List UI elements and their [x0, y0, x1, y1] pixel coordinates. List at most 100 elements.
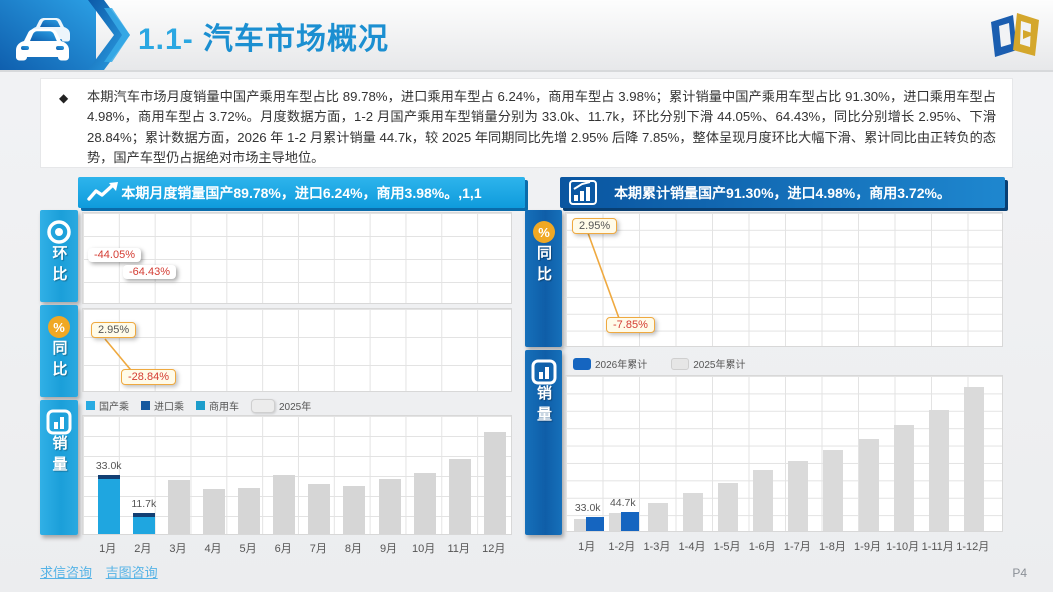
legend-swatch-2026-cum [573, 357, 591, 370]
tab-mom[interactable]: 环比 [40, 210, 78, 302]
yoy-left-callout-feb: -28.84% [121, 369, 176, 385]
x-axis-label: 1-7月 [783, 541, 811, 553]
legend-swatch-domestic [86, 401, 95, 410]
mom-callout-jan: -44.05% [88, 248, 141, 262]
monthly-legend: 国产乘 进口乘 商用车 2025年 [86, 398, 311, 413]
bar-2025-1-4月 [683, 492, 703, 531]
x-axis-label: 1-11月 [921, 541, 954, 553]
x-axis-label: 5月 [239, 543, 257, 555]
legend-pill-2025 [251, 398, 275, 413]
bar-2025-1-7月 [788, 460, 809, 531]
legend-item-2025-cum: 2025年累计 [671, 356, 746, 371]
bar-value-label: 11.7k [131, 498, 157, 511]
tab-yoy-left-label: 同比 [50, 340, 68, 382]
bar-growth-icon [568, 180, 602, 205]
bar-value-label: 44.7k [609, 497, 636, 510]
x-axis-label: 4月 [204, 543, 222, 555]
bar-2026-1月 [585, 517, 604, 531]
tab-yoy-right[interactable]: % 同比 [525, 210, 562, 347]
page-number: P4 [1012, 566, 1027, 580]
svg-text:%: % [53, 320, 65, 335]
x-axis-label: 1-9月 [854, 541, 881, 553]
mom-chart-panel: -44.05% -64.43% [82, 212, 512, 304]
tab-sales-right-label: 销量 [535, 385, 552, 427]
bar-2025-1-5月 [718, 483, 739, 531]
x-axis-label: 7月 [309, 543, 327, 555]
bar-3月 [167, 480, 190, 534]
bullet-diamond-icon: ◆ [59, 91, 69, 105]
tab-yoy-left[interactable]: % 同比 [40, 305, 78, 397]
x-axis-label: 1-4月 [678, 541, 706, 553]
tab-sales-right[interactable]: 销量 [525, 350, 562, 535]
legend-swatch-2025-cum [671, 357, 690, 370]
page-title-text: 汽车市场概况 [203, 23, 390, 56]
x-axis-label: 1月 [99, 543, 117, 555]
summary-box: ◆ 本期汽车市场月度销量中国产乘用车型占比 89.78%，进口乘用车型占 6.2… [40, 78, 1013, 168]
bar-value-label: 33.0k [574, 502, 601, 515]
legend-item-import: 进口乘 [141, 398, 184, 413]
tab-mom-label: 环比 [50, 245, 68, 287]
bar-2025-1-8月 [823, 449, 844, 531]
legend-item-2026-cum: 2026年累计 [573, 356, 647, 371]
bar-12月 [483, 432, 506, 534]
tab-yoy-right-label: 同比 [535, 245, 552, 287]
tab-sales-left[interactable]: 销量 [40, 400, 78, 535]
bar-2025-1-3月 [647, 502, 668, 531]
bar-chart-icon [46, 409, 72, 435]
bar-2月 [132, 513, 155, 534]
bar-2025-1-9月 [858, 438, 879, 531]
yoy-right-callout-last: -7.85% [606, 317, 655, 333]
yoy-right-chart-panel: 2.95% -7.85% [565, 212, 1003, 347]
bar-2025-1-12月 [963, 387, 984, 531]
bar-2025-1-6月 [753, 470, 774, 531]
cumulative-banner: 本期累计销量国产91.30%，进口4.98%，商用3.72%。 [560, 177, 1005, 208]
tab-sales-left-label: 销量 [50, 435, 68, 477]
x-axis-label: 1-12月 [956, 541, 990, 553]
summary-text: 本期汽车市场月度销量中国产乘用车型占比 89.78%，进口乘用车型占 6.24%… [87, 89, 996, 166]
footer-link-jitu[interactable]: 吉图咨询 [106, 565, 158, 580]
target-icon [46, 219, 72, 245]
bar-10月 [413, 473, 436, 534]
company-logo-icon [983, 6, 1045, 64]
cars-icon [0, 0, 132, 70]
x-axis-label: 1-6月 [748, 541, 776, 553]
x-axis-label: 10月 [411, 543, 436, 555]
footer-link-qiuxin[interactable]: 求信咨询 [40, 565, 92, 580]
bar-7月 [308, 483, 331, 534]
legend-swatch-commercial [196, 401, 205, 410]
percent-icon: % [46, 314, 72, 340]
x-axis-label: 1月 [578, 541, 596, 553]
x-axis-label: 9月 [379, 543, 398, 555]
page-title: 1.1- 汽车市场概况 [138, 14, 389, 58]
mom-callout-feb: -64.43% [123, 265, 176, 279]
cumulative-plot: 33.0k 44.7k [565, 375, 1003, 532]
legend-swatch-import [141, 401, 150, 410]
legend-item-2025: 2025年 [251, 398, 311, 413]
bar-2025-1-10月 [893, 425, 914, 531]
x-axis-label: 3月 [169, 543, 187, 555]
monthly-banner: 本期月度销量国产89.78%，进口6.24%，商用3.98%。,1,1 [78, 177, 525, 208]
x-axis-label: 1-2月 [608, 541, 636, 553]
header: 1.1- 汽车市场概况 [0, 0, 1053, 72]
x-axis-label: 12月 [482, 543, 506, 555]
yoy-left-callout-jan: 2.95% [91, 322, 137, 338]
x-axis-label: 1-10月 [886, 541, 920, 553]
x-axis-label: 1-5月 [713, 541, 741, 553]
monthly-banner-text: 本期月度销量国产89.78%，进口6.24%，商用3.98%。,1,1 [121, 184, 482, 201]
legend-item-domestic: 国产乘 [86, 398, 129, 413]
x-axis-label: 1-8月 [818, 541, 846, 553]
bar-6月 [273, 475, 296, 534]
bar-1月 [97, 475, 120, 534]
x-axis-label: 11月 [447, 543, 470, 555]
monthly-plot: 33.0k 11.7k [82, 415, 512, 535]
x-axis-label: 8月 [344, 543, 362, 555]
x-axis-label: 1-3月 [643, 541, 671, 553]
bar-5月 [238, 487, 261, 534]
monthly-sales-chart: 国产乘 进口乘 商用车 2025年 33.0k 11.7k [82, 396, 512, 536]
cumulative-legend: 2026年累计 2025年累计 [573, 356, 746, 371]
x-axis-label: 2月 [134, 543, 152, 555]
bar-value-label: 33.0k [95, 460, 122, 472]
legend-item-commercial: 商用车 [196, 398, 239, 413]
bar-chart-icon [531, 359, 557, 385]
monthly-xlabels: 1月 2月 3月 4月 5月 6月 7月 8月 9月 10月 11月 12月 [82, 540, 512, 556]
